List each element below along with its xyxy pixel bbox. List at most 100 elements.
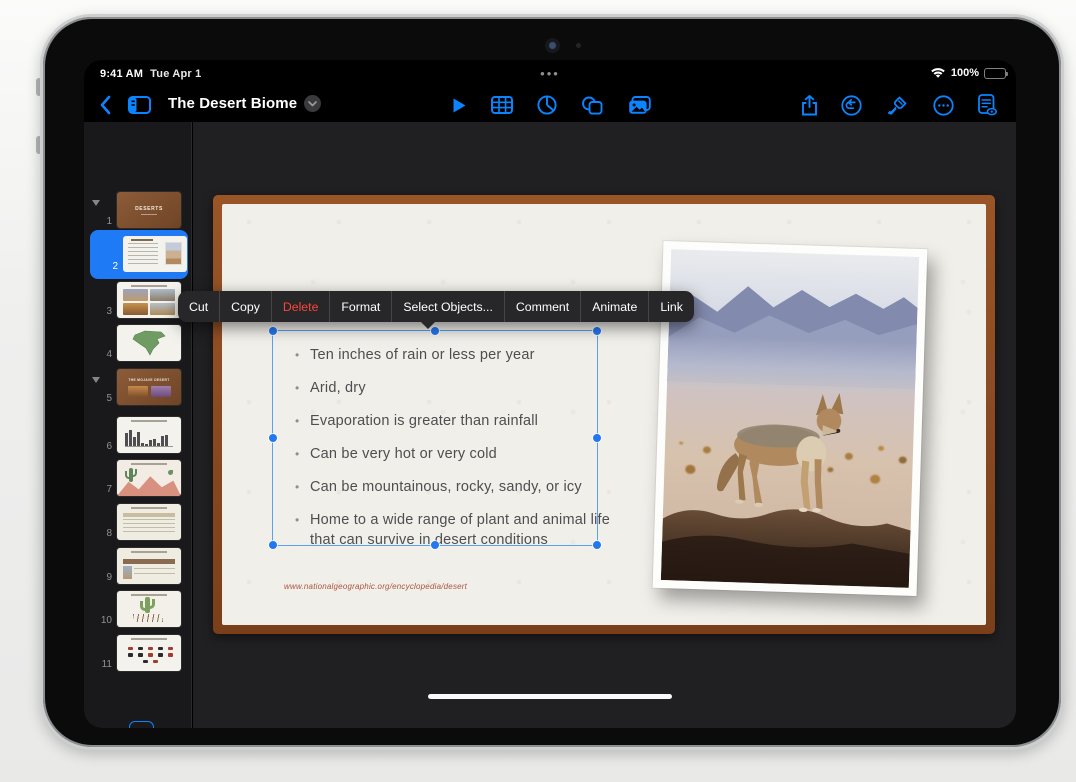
shrubs-art <box>679 442 683 445</box>
add-slide-button[interactable]: + <box>129 721 154 728</box>
resize-handle-mid-right[interactable] <box>593 434 601 442</box>
resize-handle-top-left[interactable] <box>269 327 277 335</box>
thumb-6-chart-art <box>125 427 173 447</box>
slide-frame: Ten inches of rain or less per year Arid… <box>213 195 995 634</box>
slide-navigator-icon[interactable] <box>126 92 152 118</box>
slide-number-2: 2 <box>96 261 118 272</box>
home-indicator[interactable] <box>428 694 672 699</box>
thumbnail-row-9: 9 <box>84 548 192 584</box>
context-menu-delete[interactable]: Delete <box>271 291 330 322</box>
thumb-8-art <box>123 519 175 535</box>
thumbnail-row-1: DESERTS 1 <box>84 192 192 228</box>
resize-handle-bottom-right[interactable] <box>593 541 601 549</box>
document-title: The Desert Biome <box>168 95 297 112</box>
slide-thumbnail-5[interactable]: THE MOJAVE DESERT <box>117 369 181 405</box>
thumb-10-art <box>131 594 167 596</box>
play-button[interactable] <box>446 92 472 118</box>
slide-number-9: 9 <box>90 572 112 583</box>
thumb-9-art <box>131 551 167 553</box>
screen: 9:41 AMTue Apr 1 ••• 100% The Desert Bio… <box>84 60 1016 728</box>
context-menu-pointer <box>421 322 435 329</box>
thumb-11-animals-art <box>125 645 175 665</box>
slide-thumbnail-11[interactable] <box>117 635 181 671</box>
undo-icon[interactable] <box>838 92 864 118</box>
context-menu-select-objects[interactable]: Select Objects... <box>391 291 504 322</box>
context-menu-comment[interactable]: Comment <box>504 291 580 322</box>
ipad-device: 9:41 AMTue Apr 1 ••• 100% The Desert Bio… <box>40 14 1064 750</box>
thumb-5-art <box>128 386 171 397</box>
title-menu-button[interactable] <box>304 95 321 112</box>
more-options-icon[interactable] <box>930 92 956 118</box>
thumb-8-art <box>123 513 175 517</box>
thumb-2-art <box>131 239 153 241</box>
context-menu-copy[interactable]: Copy <box>219 291 271 322</box>
slide-thumbnail-10[interactable] <box>117 591 181 627</box>
thumb-6-art <box>131 420 167 422</box>
resize-handle-bottom-center[interactable] <box>431 541 439 549</box>
context-menu: Cut Copy Delete Format Select Objects...… <box>178 291 694 322</box>
slide-number-1: 1 <box>90 216 112 227</box>
context-menu-link[interactable]: Link <box>648 291 694 322</box>
context-menu-cut[interactable]: Cut <box>178 291 219 322</box>
slide-thumbnail-1[interactable]: DESERTS <box>117 192 181 228</box>
format-brush-icon[interactable] <box>884 92 910 118</box>
thumb-11-art <box>131 638 167 640</box>
thumb-3-art <box>131 285 167 287</box>
shapes-insert-icon[interactable] <box>579 92 605 118</box>
slide-thumbnail-4[interactable] <box>117 325 181 361</box>
document-title-group[interactable]: The Desert Biome <box>168 95 321 112</box>
slide-number-8: 8 <box>90 528 112 539</box>
slide-thumbnail-3[interactable] <box>117 282 181 318</box>
thumb-8-art <box>131 507 167 509</box>
presenter-notes-icon[interactable] <box>974 92 1000 118</box>
thumb-9-art <box>123 559 175 564</box>
thumb-7-cactus-art <box>129 468 133 482</box>
bullet-list[interactable]: Ten inches of rain or less per year Arid… <box>293 345 611 563</box>
bullet-item: Can be very hot or very cold <box>293 444 611 464</box>
slide-thumbnail-7[interactable] <box>117 460 181 496</box>
wifi-icon <box>930 68 946 79</box>
back-button[interactable] <box>92 92 118 118</box>
bullet-item: Ten inches of rain or less per year <box>293 345 611 365</box>
thumb-2-art <box>165 242 182 265</box>
slide-thumbnail-8[interactable] <box>117 504 181 540</box>
resize-handle-top-right[interactable] <box>593 327 601 335</box>
coyote-art <box>687 353 886 544</box>
front-camera <box>545 38 560 53</box>
thumb-9-art <box>134 568 175 578</box>
thumbnail-row-4: 4 <box>84 325 192 361</box>
slide-number-4: 4 <box>90 349 112 360</box>
context-menu-animate[interactable]: Animate <box>580 291 648 322</box>
table-insert-icon[interactable] <box>489 92 515 118</box>
status-indicators: 100% <box>930 67 1006 79</box>
thumb-1-art <box>141 214 157 215</box>
camera-sensor-dot <box>576 43 581 48</box>
thumb-7-art <box>168 470 173 475</box>
selected-slide-highlight: 2 <box>90 230 188 279</box>
slide-number-5: 5 <box>90 393 112 404</box>
bullet-item: Home to a wide range of plant and animal… <box>293 510 611 550</box>
thumbnail-row-3: 3 <box>84 282 192 318</box>
chart-insert-icon[interactable] <box>534 92 560 118</box>
battery-icon <box>984 68 1006 79</box>
slide-thumbnail-2[interactable] <box>123 236 187 272</box>
thumb-4-art <box>131 329 169 357</box>
thumb-10-roots-art <box>133 614 163 622</box>
context-menu-format[interactable]: Format <box>329 291 391 322</box>
media-insert-icon[interactable] <box>626 92 652 118</box>
multitasking-dots-icon[interactable]: ••• <box>84 66 1016 81</box>
current-slide[interactable]: Ten inches of rain or less per year Arid… <box>222 204 986 625</box>
thumb-10-cactus-art <box>145 597 150 613</box>
thumb-3-art <box>123 289 175 315</box>
coyote-photo-image <box>661 249 919 588</box>
thumbnail-row-11: 11 <box>84 635 192 671</box>
slide-thumbnail-9[interactable] <box>117 548 181 584</box>
battery-percent: 100% <box>951 67 979 79</box>
share-icon[interactable] <box>796 92 822 118</box>
resize-handle-mid-left[interactable] <box>269 434 277 442</box>
slide-thumbnail-6[interactable] <box>117 417 181 453</box>
resize-handle-bottom-left[interactable] <box>269 541 277 549</box>
slide-number-10: 10 <box>90 615 112 626</box>
thumbnail-row-6: 6 <box>84 417 192 453</box>
thumb-1-title: DESERTS <box>135 206 163 212</box>
